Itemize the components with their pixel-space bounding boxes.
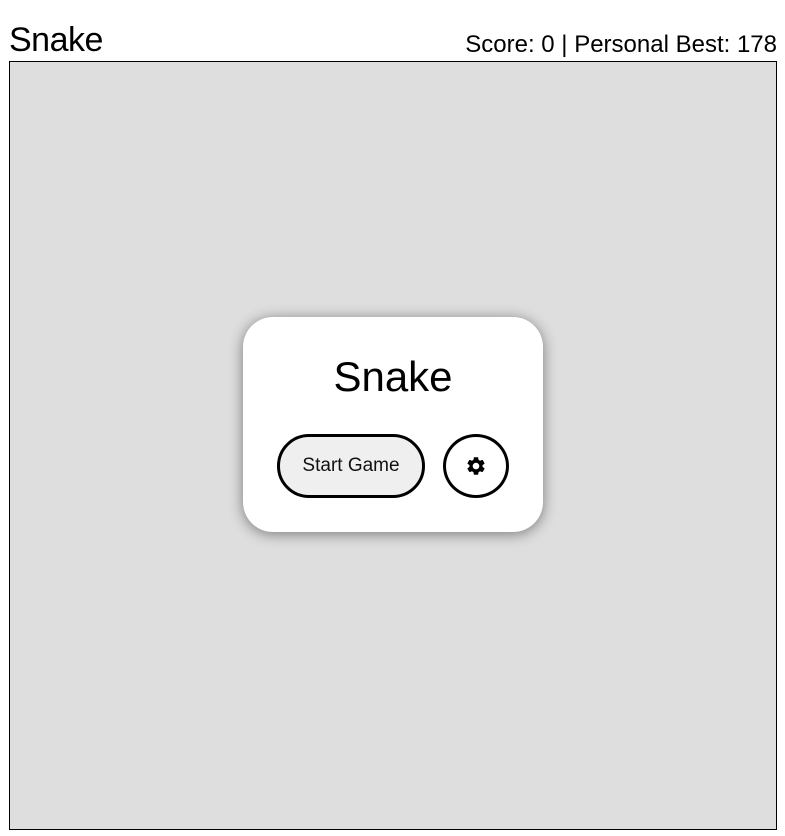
app-title: Snake: [9, 21, 103, 59]
header: Snake Score: 0 | Personal Best: 178: [9, 20, 777, 60]
game-board[interactable]: Snake Start Game: [9, 61, 777, 830]
score-display: Score: 0 | Personal Best: 178: [465, 31, 777, 58]
gear-icon: [467, 457, 485, 475]
settings-button[interactable]: [443, 434, 509, 498]
menu-title: Snake: [333, 353, 453, 400]
snake-game-app: Snake Score: 0 | Personal Best: 178 Snak…: [0, 0, 785, 836]
start-game-button[interactable]: Start Game: [277, 434, 425, 498]
start-menu-card: Snake Start Game: [243, 317, 543, 532]
